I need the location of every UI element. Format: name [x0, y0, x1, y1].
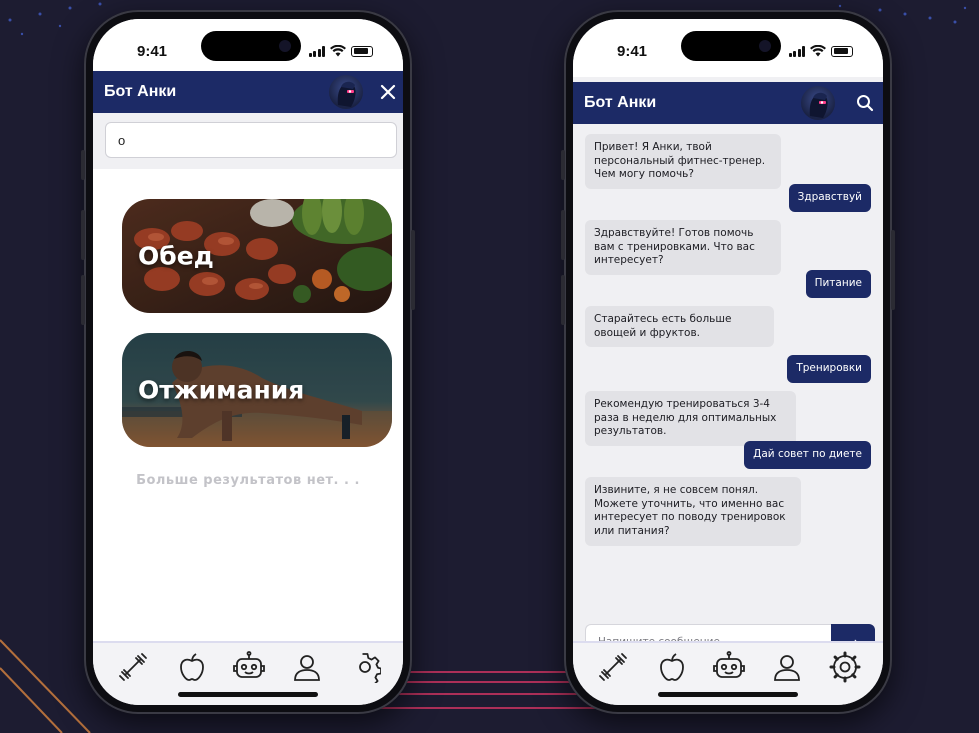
user-icon — [774, 655, 800, 681]
user-message: Дай совет по диете — [744, 441, 871, 469]
result-card-lunch[interactable]: Обед — [122, 199, 392, 313]
battery-icon — [351, 45, 373, 57]
search-bar — [93, 113, 403, 169]
wifi-icon — [330, 45, 346, 57]
user-message: Тренировки — [787, 355, 871, 383]
result-label: Обед — [138, 241, 214, 271]
tab-nutrition[interactable] — [174, 649, 210, 685]
result-card-pushups[interactable]: Отжимания — [122, 333, 392, 447]
tab-bar — [573, 641, 883, 705]
app-header: Бот Анки — [93, 71, 403, 113]
tab-workouts[interactable] — [595, 649, 631, 685]
tab-profile[interactable] — [289, 649, 325, 685]
search-icon[interactable] — [856, 94, 874, 112]
bot-avatar — [801, 86, 835, 120]
gear-icon — [829, 651, 861, 683]
header-title: Бот Анки — [584, 94, 657, 111]
tab-bot[interactable] — [231, 649, 267, 685]
signal-icon — [308, 45, 325, 57]
bot-message: Старайтесь есть больше овощей и фруктов. — [585, 306, 774, 348]
tab-workouts[interactable] — [115, 649, 151, 685]
tab-nutrition[interactable] — [654, 649, 690, 685]
robot-icon — [713, 651, 745, 678]
home-indicator — [658, 692, 798, 697]
status-time: 9:41 — [137, 43, 168, 60]
close-icon[interactable] — [379, 83, 397, 101]
user-message: Питание — [805, 270, 871, 298]
tab-settings[interactable] — [827, 649, 863, 685]
phone-right: 9:41 Бот Анки Привет! Я Анки, твой персо… — [561, 10, 895, 714]
bot-message: Извините, я не совсем понял. Можете уточ… — [585, 477, 801, 546]
apple-icon — [180, 653, 204, 681]
apple-icon — [660, 653, 684, 681]
status-bar: 9:41 — [573, 19, 883, 77]
bot-message: Привет! Я Анки, твой персональный фитнес… — [585, 134, 781, 189]
tab-bot[interactable] — [711, 649, 747, 685]
chat-area: Привет! Я Анки, твой персональный фитнес… — [573, 124, 883, 624]
status-bar: 9:41 — [93, 19, 403, 77]
signal-icon — [788, 45, 805, 57]
screen-search: 9:41 Бот Анки о Обед Отжимания Больше ре… — [93, 19, 403, 705]
phone-left: 9:41 Бот Анки о Обед Отжимания Больше ре… — [81, 10, 415, 714]
user-icon — [294, 655, 320, 681]
header-title: Бот Анки — [104, 83, 177, 100]
status-time: 9:41 — [617, 43, 648, 60]
no-more-results: Больше результатов нет. . . — [136, 473, 360, 488]
home-indicator — [178, 692, 318, 697]
bot-avatar — [329, 75, 363, 109]
dynamic-island — [681, 31, 781, 61]
tab-bar — [93, 641, 403, 705]
app-header: Бот Анки — [573, 82, 883, 124]
dynamic-island — [201, 31, 301, 61]
tab-profile[interactable] — [769, 649, 805, 685]
tab-settings[interactable] — [347, 649, 383, 685]
bot-message: Здравствуйте! Готов помочь вам с трениро… — [585, 220, 781, 275]
user-message: Здравствуй — [788, 184, 871, 212]
dumbbell-icon — [119, 653, 147, 681]
gear-icon — [359, 653, 381, 683]
search-input[interactable] — [105, 122, 397, 158]
bot-message: Рекомендую тренироваться 3-4 раза в неде… — [585, 391, 796, 446]
wifi-icon — [810, 45, 826, 57]
result-label: Отжимания — [138, 375, 305, 405]
dumbbell-icon — [599, 653, 627, 681]
battery-icon — [831, 45, 853, 57]
screen-chat: 9:41 Бот Анки Привет! Я Анки, твой персо… — [573, 19, 883, 705]
robot-icon — [233, 651, 265, 678]
